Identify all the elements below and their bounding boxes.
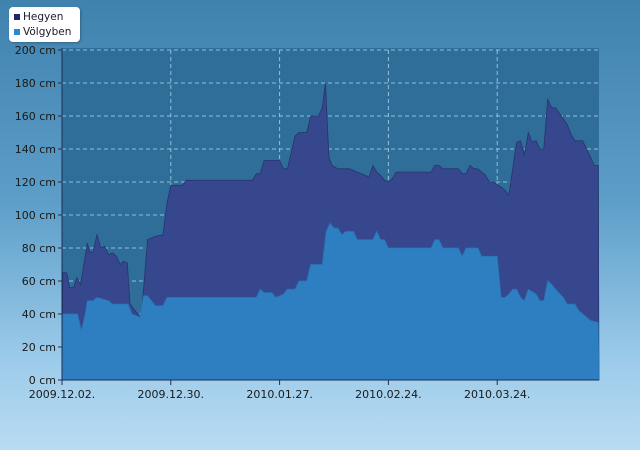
y-tick-label: 160 cm [15, 110, 56, 123]
x-tick-label: 2009.12.30. [138, 388, 204, 401]
x-tick-label: 2010.01.27. [246, 388, 312, 401]
y-tick-label: 0 cm [29, 374, 56, 387]
x-tick-label: 2009.12.02. [29, 388, 95, 401]
area-chart: 0 cm 20 cm 40 cm 60 cm 80 cm 100 cm 120 cm 140 … [15, 44, 600, 401]
y-tick-label: 140 cm [15, 143, 56, 156]
x-tick-label: 2010.02.24. [355, 388, 421, 401]
x-tick-label: 2010.03.24. [464, 388, 530, 401]
y-tick-label: 40 cm [22, 308, 56, 321]
y-tick-label: 80 cm [22, 242, 56, 255]
y-tick-label: 200 cm [15, 44, 56, 57]
y-tick-label: 180 cm [15, 77, 56, 90]
y-tick-label: 60 cm [22, 275, 56, 288]
chart-panel: Hegyen Völgyben 0 cm 20 cm 40 cm 60 cm 80 cm… [0, 0, 640, 450]
y-tick-label: 20 cm [22, 341, 56, 354]
y-tick-label: 120 cm [15, 176, 56, 189]
y-tick-label: 100 cm [15, 209, 56, 222]
